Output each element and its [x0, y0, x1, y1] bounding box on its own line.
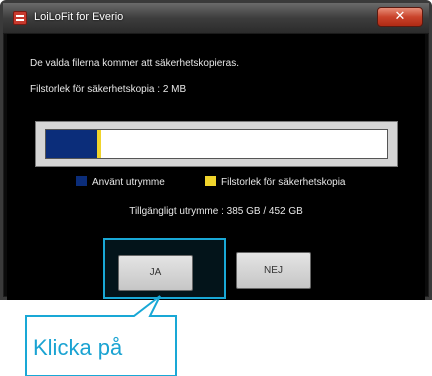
callout-text: Klicka på	[33, 335, 123, 360]
callout-bubble	[25, 295, 177, 376]
